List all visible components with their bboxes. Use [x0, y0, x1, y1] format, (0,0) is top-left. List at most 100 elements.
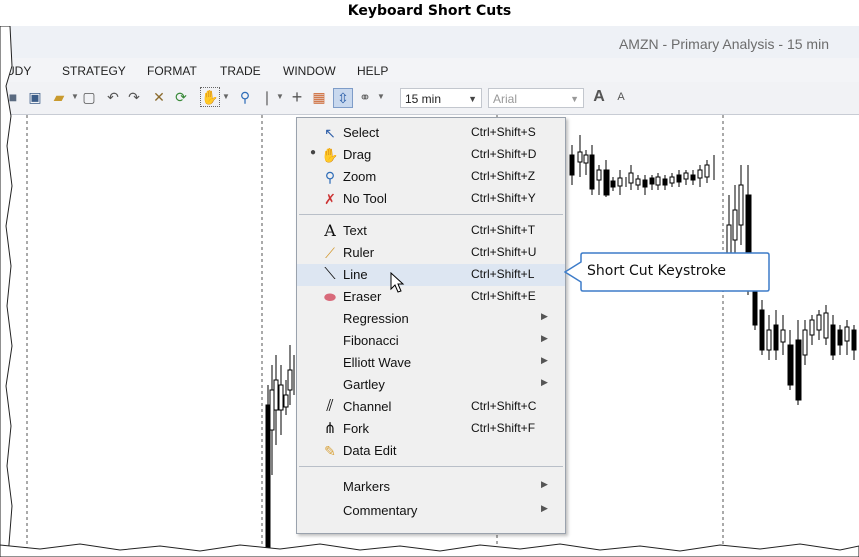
menu-item-label: Regression: [343, 311, 409, 326]
menu-item-select[interactable]: ↖ Select Ctrl+Shift+S: [297, 122, 565, 144]
menu-separator: [299, 466, 563, 467]
line-icon: ⟍: [324, 266, 336, 283]
menu-item-regression[interactable]: Regression ▶: [297, 308, 565, 330]
menu-item-shortcut: Ctrl+Shift+F: [471, 421, 536, 435]
drag-icon: ✋: [321, 147, 339, 163]
torn-edge-left: [0, 26, 13, 557]
wand-icon[interactable]: ✕: [150, 88, 168, 106]
menu-item-elliott-wave[interactable]: Elliott Wave ▶: [297, 352, 565, 374]
title-bar: AMZN - Primary Analysis - 15 min: [0, 26, 859, 58]
menu-item-shortcut: Ctrl+Shift+Z: [471, 169, 536, 183]
menu-item-label: Fibonacci: [343, 333, 399, 348]
menu-item-label: Zoom: [343, 169, 377, 184]
menu-trade[interactable]: TRADE: [220, 64, 261, 78]
menu-item-markers[interactable]: Markers ▶: [297, 476, 565, 498]
screenshot-icon[interactable]: ▢: [80, 88, 98, 106]
font-grow-icon[interactable]: A: [590, 88, 608, 106]
font-shrink-icon[interactable]: A: [612, 88, 630, 106]
menu-item-shortcut: Ctrl+Shift+L: [471, 267, 535, 281]
drawing-tool-menu: ↖ Select Ctrl+Shift+S ● ✋ Drag Ctrl+Shif…: [296, 117, 566, 534]
chevron-down-icon: ▼: [570, 94, 579, 104]
menu-item-eraser[interactable]: ⬬ Eraser Ctrl+Shift+E: [297, 286, 565, 308]
submenu-arrow-icon: ▶: [541, 479, 548, 489]
menu-item-no-tool[interactable]: ✗ No Tool Ctrl+Shift+Y: [297, 188, 565, 210]
menu-item-shortcut: Ctrl+Shift+E: [471, 289, 536, 303]
ruler-icon: ⟋: [325, 245, 335, 261]
menu-item-label: Line: [343, 267, 368, 282]
menu-bar: UDY STRATEGY FORMAT TRADE WINDOW HELP: [0, 58, 859, 82]
menu-item-label: Channel: [343, 399, 392, 414]
save-as-icon[interactable]: ▣: [26, 88, 44, 106]
menu-item-label: Commentary: [343, 503, 418, 518]
callout-text: Short Cut Keystroke: [587, 263, 727, 279]
open-dropdown-icon[interactable]: ▼: [71, 92, 79, 101]
menu-item-data-edit[interactable]: ✎ Data Edit: [297, 440, 565, 462]
redo-icon[interactable]: ↷: [125, 88, 143, 106]
menu-item-ruler[interactable]: ⟋ Ruler Ctrl+Shift+U: [297, 242, 565, 264]
interval-select[interactable]: 15 min ▼: [400, 88, 482, 108]
menu-item-label: Text: [343, 223, 367, 238]
menu-item-zoom[interactable]: ⚲ Zoom Ctrl+Shift+Z: [297, 166, 565, 188]
fit-icon[interactable]: ⇳: [333, 88, 353, 108]
drag-tool-dropdown-icon[interactable]: ▼: [222, 92, 230, 101]
menu-strategy[interactable]: STRATEGY: [62, 64, 126, 78]
submenu-arrow-icon: ▶: [541, 311, 548, 321]
data-edit-icon: ✎: [324, 443, 336, 459]
refresh-icon[interactable]: ⟳: [172, 88, 190, 106]
submenu-arrow-icon: ▶: [541, 503, 548, 513]
selected-bullet-icon: ●: [310, 147, 317, 158]
menu-item-fibonacci[interactable]: Fibonacci ▶: [297, 330, 565, 352]
menu-item-text[interactable]: A Text Ctrl+Shift+T: [297, 220, 565, 242]
channel-icon: ⫽: [326, 398, 334, 415]
menu-item-label: Elliott Wave: [343, 355, 412, 370]
submenu-arrow-icon: ▶: [541, 355, 548, 365]
crosshair-icon[interactable]: +: [288, 88, 306, 106]
menu-item-drag[interactable]: ● ✋ Drag Ctrl+Shift+D: [297, 144, 565, 166]
menu-item-label: Ruler: [343, 245, 375, 260]
zoom-icon: ⚲: [324, 169, 336, 185]
menu-item-shortcut: Ctrl+Shift+Y: [471, 191, 536, 205]
menu-item-shortcut: Ctrl+Shift+D: [471, 147, 537, 161]
eraser-icon: ⬬: [324, 289, 336, 305]
menu-item-label: Gartley: [343, 377, 385, 392]
mouse-cursor-icon: [390, 272, 405, 293]
pointer-icon: ↖: [324, 125, 336, 141]
chart-style-icon[interactable]: ▦: [310, 88, 328, 106]
menu-item-label: Data Edit: [343, 443, 397, 458]
chevron-down-icon: ▼: [468, 94, 477, 104]
pen-icon[interactable]: ❘: [258, 88, 276, 106]
menu-item-shortcut: Ctrl+Shift+S: [471, 125, 536, 139]
menu-item-commentary[interactable]: Commentary ▶: [297, 500, 565, 522]
menu-help[interactable]: HELP: [357, 64, 388, 78]
zoom-icon[interactable]: ⚲: [236, 88, 254, 106]
menu-item-line[interactable]: ⟍ Line Ctrl+Shift+L: [297, 264, 565, 286]
undo-icon[interactable]: ↶: [104, 88, 122, 106]
toolbar: ■ ▣ ▰ ▼ ▢ ↶ ↷ ✕ ⟳ ✋ ▼ ⚲ ❘ ▼ + ▦ ⇳ ⚭ ▼ 15…: [0, 82, 859, 115]
menu-item-channel[interactable]: ⫽ Channel Ctrl+Shift+C: [297, 396, 565, 418]
submenu-arrow-icon: ▶: [541, 333, 548, 343]
menu-item-label: Select: [343, 125, 380, 140]
page-heading: Keyboard Short Cuts: [347, 3, 512, 19]
font-select[interactable]: Arial ▼: [488, 88, 584, 108]
menu-item-label: Markers: [343, 479, 390, 494]
menu-item-shortcut: Ctrl+Shift+T: [471, 223, 536, 237]
menu-separator: [299, 214, 563, 215]
text-icon: A: [324, 221, 336, 240]
menu-format[interactable]: FORMAT: [147, 64, 197, 78]
menu-item-label: Drag: [343, 147, 372, 162]
link-icon[interactable]: ⚭: [356, 88, 374, 106]
menu-window[interactable]: WINDOW: [283, 64, 336, 78]
open-folder-icon[interactable]: ▰: [50, 88, 68, 106]
menu-item-shortcut: Ctrl+Shift+C: [471, 399, 537, 413]
pen-dropdown-icon[interactable]: ▼: [276, 92, 284, 101]
torn-edge-bottom: [0, 543, 859, 557]
menu-item-gartley[interactable]: Gartley ▶: [297, 374, 565, 396]
submenu-arrow-icon: ▶: [541, 377, 548, 387]
window-title: AMZN - Primary Analysis - 15 min: [618, 36, 829, 52]
menu-item-label: Eraser: [343, 289, 382, 304]
font-value: Arial: [493, 92, 518, 106]
drag-tool-icon[interactable]: ✋: [200, 87, 220, 107]
menu-item-fork[interactable]: ⋔ Fork Ctrl+Shift+F: [297, 418, 565, 440]
link-dropdown-icon[interactable]: ▼: [377, 92, 385, 101]
no-tool-icon: ✗: [324, 191, 336, 207]
